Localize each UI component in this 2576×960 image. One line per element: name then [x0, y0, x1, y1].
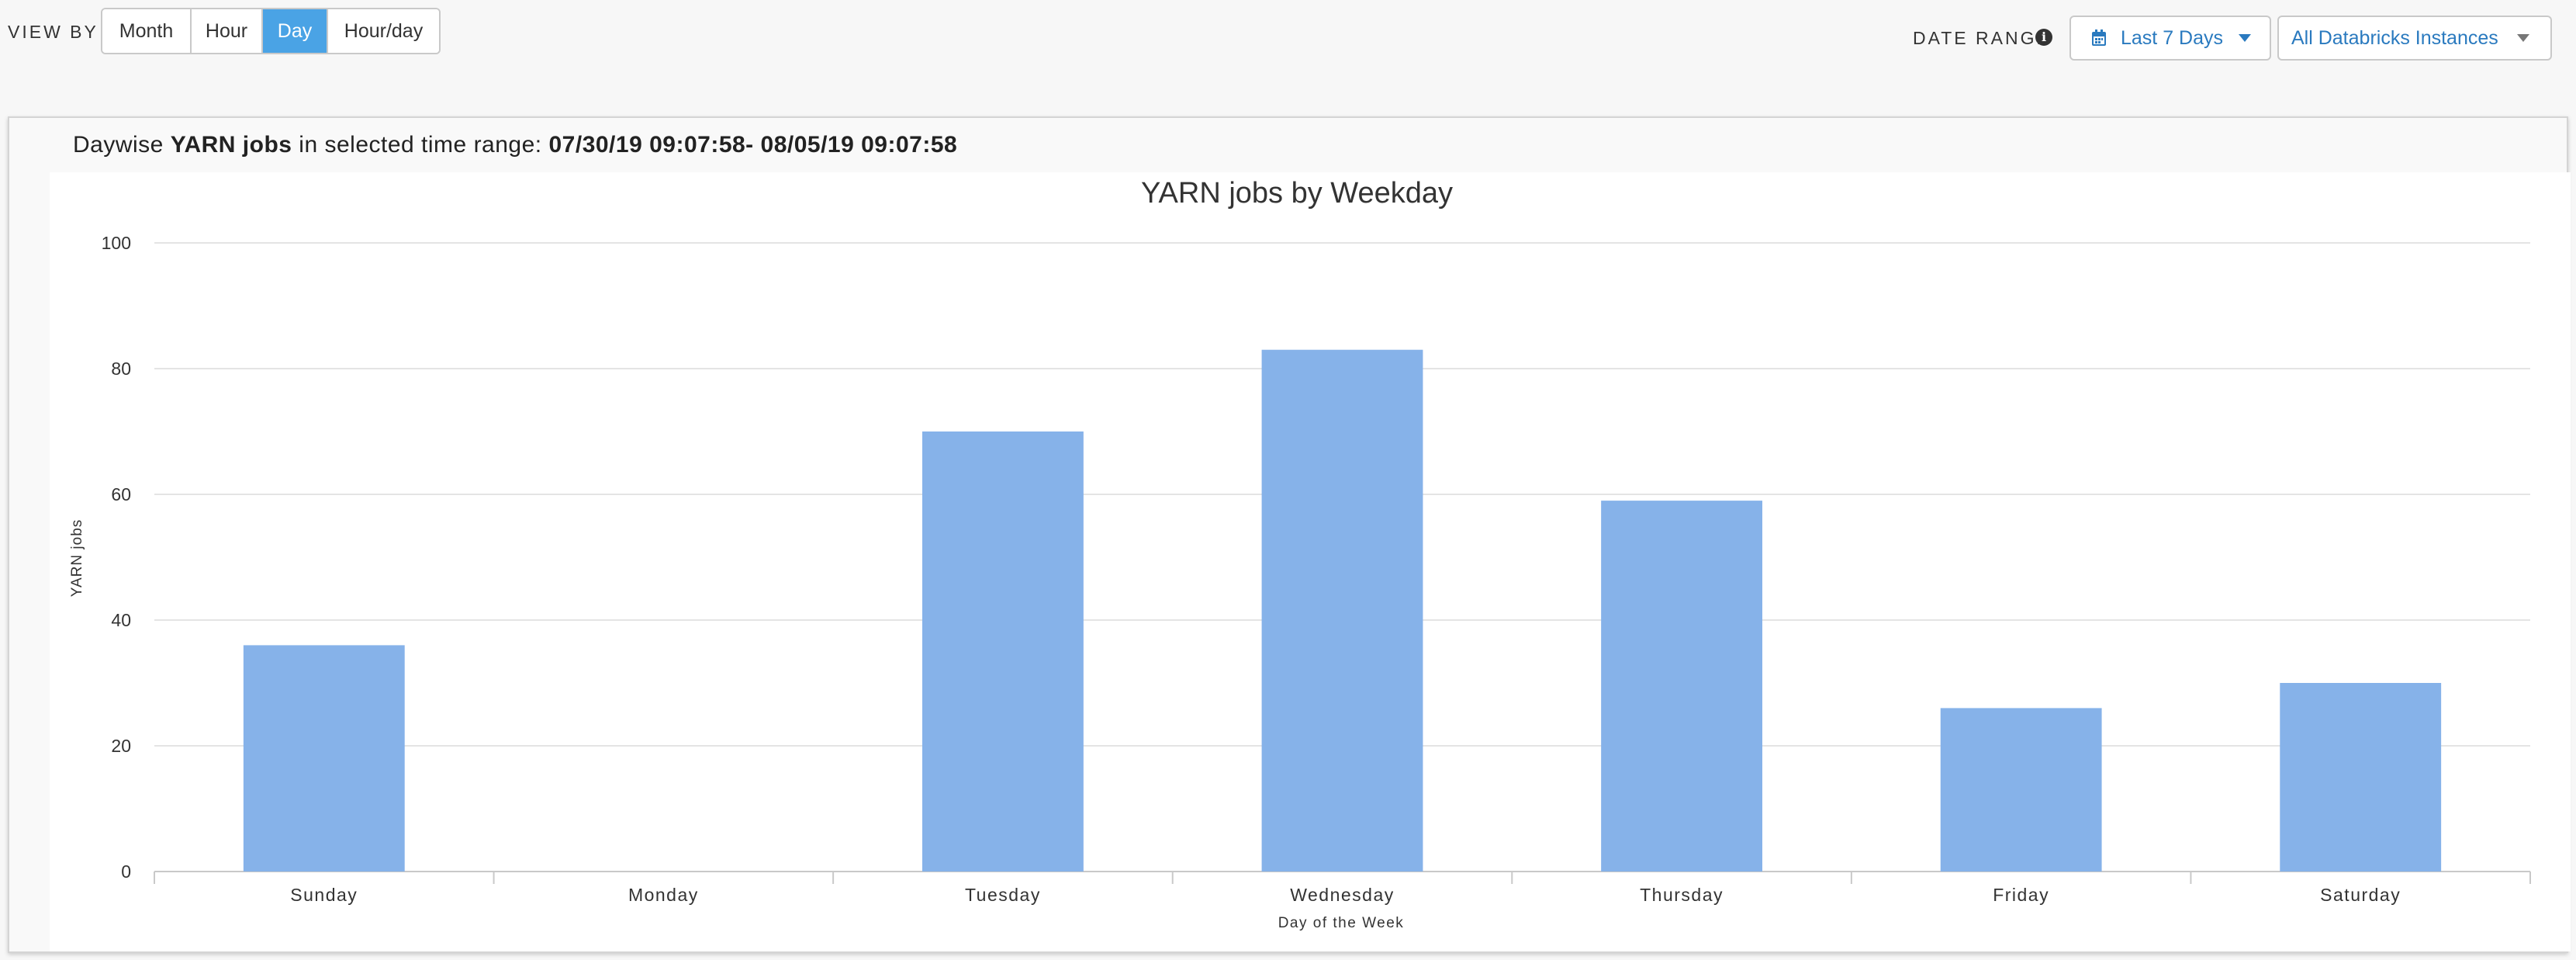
chevron-down-icon	[2516, 34, 2529, 42]
y-axis-ticks: 0 20 40 60 80 100	[102, 233, 131, 882]
y-axis-label: YARN jobs	[69, 519, 85, 598]
y-tick-label: 20	[111, 736, 131, 756]
header-prefix: Daywise	[73, 132, 171, 158]
view-hour-day-button[interactable]: Hour/day	[328, 9, 439, 53]
x-tick-label: Tuesday	[965, 885, 1041, 905]
y-tick-label: 80	[111, 359, 131, 379]
x-tick-label: Thursday	[1640, 885, 1724, 905]
y-tick-label: 100	[102, 233, 131, 253]
calendar-icon	[2092, 29, 2106, 46]
view-by-segmented-control: Month Hour Day Hour/day	[101, 8, 441, 54]
chart-panel: Daywise YARN jobs in selected time range…	[8, 116, 2571, 953]
bars	[243, 349, 2442, 872]
view-day-button[interactable]: Day	[263, 9, 328, 53]
bar-wednesday[interactable]	[1261, 349, 1423, 872]
x-tick-label: Monday	[628, 885, 699, 905]
chevron-down-icon	[2239, 34, 2252, 42]
view-month-button[interactable]: Month	[102, 9, 192, 53]
y-tick-label: 40	[111, 610, 131, 630]
bar-saturday[interactable]	[2280, 683, 2442, 872]
chart-title: YARN jobs by Weekday	[1141, 177, 1453, 210]
view-by-label: VIEW BY	[8, 22, 99, 42]
x-tick-label: Friday	[1993, 885, 2049, 905]
x-tick-label: Sunday	[290, 885, 358, 905]
header-metric: YARN jobs	[170, 132, 292, 158]
bar-thursday[interactable]	[1601, 501, 1762, 872]
bar-friday[interactable]	[1940, 708, 2102, 872]
bar-chart: YARN jobs by Weekday 0 20 40 60 80 100 Sunday…	[69, 177, 2531, 931]
date-range-dropdown[interactable]: Last 7 Days	[2069, 16, 2271, 61]
instance-dropdown[interactable]: All Databricks Instances	[2277, 16, 2552, 61]
x-axis-label: Day of the Week	[1278, 915, 1405, 931]
bar-sunday[interactable]	[243, 645, 405, 872]
panel-header: Daywise YARN jobs in selected time range…	[73, 132, 957, 158]
y-tick-label: 0	[121, 861, 131, 882]
header-time-range: 07/30/19 09:07:58- 08/05/19 09:07:58	[548, 132, 958, 158]
x-tick-label: Saturday	[2320, 885, 2401, 905]
view-hour-button[interactable]: Hour	[192, 9, 263, 53]
x-tick-label: Wednesday	[1290, 885, 1395, 905]
header-middle: in selected time range:	[292, 132, 549, 158]
instance-value: All Databricks Instances	[2291, 26, 2498, 49]
x-axis: Sunday Monday Tuesday Wednesday Thursday Frid…	[154, 872, 2531, 905]
toolbar: VIEW BY Month Hour Day Hour/day DATE RAN…	[0, 0, 2576, 109]
bar-tuesday[interactable]	[922, 431, 1084, 872]
info-circle-icon[interactable]: i	[2035, 29, 2052, 46]
date-range-label: DATE RANGE	[1913, 28, 2051, 48]
date-range-value: Last 7 Days	[2121, 26, 2224, 49]
chart-area: YARN jobs by Weekday 0 20 40 60 80 100 Sunday…	[50, 172, 2571, 951]
y-tick-label: 60	[111, 484, 131, 504]
